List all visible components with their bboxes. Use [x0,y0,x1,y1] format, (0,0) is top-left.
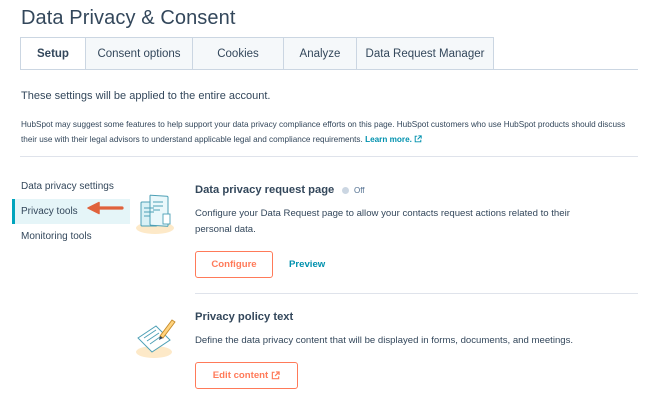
status-dot-icon [342,187,349,194]
external-link-icon [414,135,422,143]
status-label: Off [354,186,365,195]
configure-button[interactable]: Configure [195,251,273,278]
disclaimer-text: HubSpot may suggest some features to hel… [21,120,626,144]
disclaimer: HubSpot may suggest some features to hel… [21,117,641,147]
learn-more-label: Learn more. [365,135,412,144]
intro-text: These settings will be applied to the en… [21,90,271,102]
external-link-icon [271,371,280,380]
tab-cookies[interactable]: Cookies [193,37,284,70]
request-page-title: Data privacy request page [195,184,335,196]
policy-text-title: Privacy policy text [195,311,294,323]
tab-bar: Setup Consent options Cookies Analyze Da… [20,37,494,70]
sidebar-item-monitoring-tools[interactable]: Monitoring tools [12,224,130,249]
preview-link[interactable]: Preview [289,259,325,270]
page-title: Data Privacy & Consent [21,7,236,29]
policy-text-description: Define the data privacy content that wil… [195,335,574,346]
policy-document-illustration-icon [136,319,176,358]
tabs-underline [20,69,638,70]
request-page-description: Configure your Data Request page to allo… [195,208,570,235]
section-divider [20,156,638,157]
request-page-illustration-icon [136,194,174,234]
edit-content-button[interactable]: Edit content [195,362,298,389]
edit-content-label: Edit content [212,370,269,381]
sidebar-item-data-privacy-settings[interactable]: Data privacy settings [12,174,130,199]
tab-setup[interactable]: Setup [20,37,86,70]
annotation-arrow-icon [87,201,124,215]
learn-more-link[interactable]: Learn more. [365,135,422,144]
status-badge: Off [342,186,365,195]
card-divider [195,293,638,294]
tab-data-request-manager[interactable]: Data Request Manager [357,37,494,70]
tab-consent-options[interactable]: Consent options [86,37,193,70]
tab-analyze[interactable]: Analyze [284,37,357,70]
